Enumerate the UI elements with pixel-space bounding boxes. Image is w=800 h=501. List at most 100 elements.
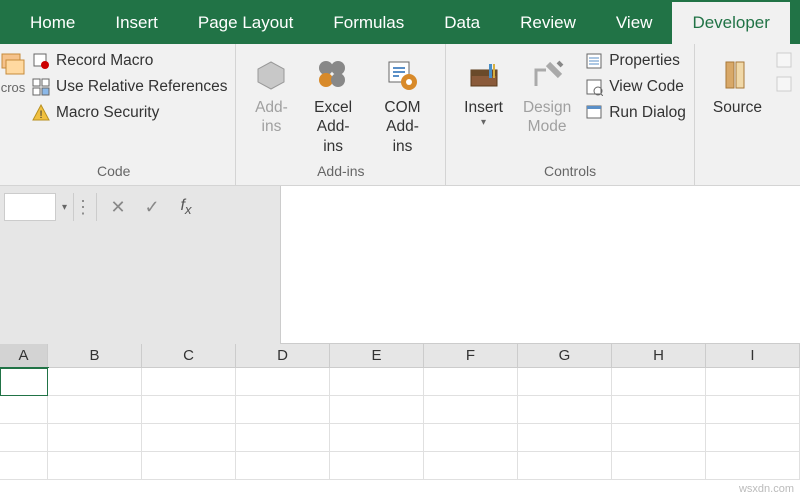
col-header-g[interactable]: G — [518, 344, 612, 367]
view-code-icon — [585, 78, 603, 96]
cell[interactable] — [612, 368, 706, 396]
col-header-f[interactable]: F — [424, 344, 518, 367]
cell[interactable] — [48, 368, 142, 396]
insert-button[interactable]: Insert ▾ — [454, 50, 513, 130]
tab-home[interactable]: Home — [10, 2, 95, 44]
group-xml-label — [703, 161, 792, 183]
cell[interactable] — [142, 368, 236, 396]
com-addins-button[interactable]: COM Add-ins — [368, 50, 437, 156]
cell[interactable] — [706, 368, 800, 396]
tab-insert[interactable]: Insert — [95, 2, 178, 44]
cell[interactable] — [236, 368, 330, 396]
col-header-i[interactable]: I — [706, 344, 800, 367]
cell[interactable] — [612, 396, 706, 424]
name-box-dropdown[interactable]: ▾ — [56, 193, 74, 221]
group-xml: Source — [695, 44, 800, 185]
cell[interactable] — [424, 396, 518, 424]
col-header-a[interactable]: A — [0, 344, 48, 367]
cell-a1[interactable] — [0, 368, 48, 396]
cell[interactable] — [706, 396, 800, 424]
table-row — [0, 368, 800, 396]
cell[interactable] — [48, 452, 142, 480]
cell[interactable] — [236, 396, 330, 424]
enter-button[interactable]: ✓ — [135, 193, 169, 221]
formula-input[interactable] — [280, 186, 800, 344]
cell[interactable] — [330, 368, 424, 396]
cell[interactable] — [0, 424, 48, 452]
cell[interactable] — [0, 452, 48, 480]
properties-button[interactable]: Properties — [585, 52, 686, 70]
cell[interactable] — [518, 396, 612, 424]
xml-item-cut2 — [776, 76, 792, 92]
cell[interactable] — [424, 368, 518, 396]
tab-data[interactable]: Data — [424, 2, 500, 44]
run-dialog-button[interactable]: Run Dialog — [585, 104, 686, 122]
group-code-label: Code — [0, 161, 227, 183]
col-header-d[interactable]: D — [236, 344, 330, 367]
excel-addins-icon — [316, 58, 350, 92]
tab-developer[interactable]: Developer — [672, 2, 790, 44]
macros-label-cut: cros — [1, 80, 26, 95]
source-label: Source — [713, 98, 762, 117]
cell[interactable] — [0, 396, 48, 424]
cell[interactable] — [330, 452, 424, 480]
addins-icon — [254, 58, 288, 92]
record-macro-button[interactable]: Record Macro — [32, 52, 227, 70]
tab-formulas[interactable]: Formulas — [313, 2, 424, 44]
watermark: wsxdn.com — [739, 483, 794, 495]
cell[interactable] — [48, 396, 142, 424]
tab-view[interactable]: View — [596, 2, 673, 44]
addins-button[interactable]: Add- ins — [244, 50, 298, 137]
com-addins-label: COM Add-ins — [378, 98, 427, 156]
spreadsheet-grid — [0, 368, 800, 480]
cell[interactable] — [142, 424, 236, 452]
cancel-button[interactable]: ✕ — [101, 193, 135, 221]
tab-page-layout[interactable]: Page Layout — [178, 2, 313, 44]
cell[interactable] — [518, 424, 612, 452]
design-mode-label: Design Mode — [523, 98, 571, 137]
visual-basic-icon[interactable] — [0, 50, 26, 76]
view-code-button[interactable]: View Code — [585, 78, 686, 96]
cell[interactable] — [142, 396, 236, 424]
cell[interactable] — [612, 452, 706, 480]
insert-function-button[interactable]: fx — [169, 193, 203, 221]
group-code: cros Record Macro Use Relative Reference… — [0, 44, 236, 185]
excel-addins-label: Excel Add-ins — [308, 98, 357, 156]
cell[interactable] — [706, 424, 800, 452]
macro-security-button[interactable]: ! Macro Security — [32, 104, 227, 122]
source-icon — [720, 58, 754, 92]
cell[interactable] — [612, 424, 706, 452]
check-icon: ✓ — [144, 197, 159, 218]
cell[interactable] — [142, 452, 236, 480]
relative-references-icon — [32, 78, 50, 96]
col-header-b[interactable]: B — [48, 344, 142, 367]
group-addins-label: Add-ins — [244, 161, 437, 183]
ribbon-tab-bar: Home Insert Page Layout Formulas Data Re… — [0, 0, 800, 44]
col-header-c[interactable]: C — [142, 344, 236, 367]
cell[interactable] — [518, 452, 612, 480]
excel-addins-button[interactable]: Excel Add-ins — [298, 50, 367, 156]
properties-label: Properties — [609, 52, 680, 70]
cell[interactable] — [236, 452, 330, 480]
design-mode-button[interactable]: Design Mode — [513, 50, 581, 137]
cell[interactable] — [48, 424, 142, 452]
cell[interactable] — [236, 424, 330, 452]
column-headers: A B C D E F G H I — [0, 344, 800, 368]
cell[interactable] — [706, 452, 800, 480]
col-header-h[interactable]: H — [612, 344, 706, 367]
table-row — [0, 424, 800, 452]
cancel-icon: ✕ — [110, 197, 125, 218]
cell[interactable] — [330, 424, 424, 452]
name-box[interactable] — [4, 193, 56, 221]
cell[interactable] — [424, 424, 518, 452]
source-button[interactable]: Source — [703, 50, 772, 117]
use-relative-references-button[interactable]: Use Relative References — [32, 78, 227, 96]
cell[interactable] — [424, 452, 518, 480]
tab-review[interactable]: Review — [500, 2, 596, 44]
formula-bar-dots[interactable]: ⋮ — [74, 197, 92, 218]
cell[interactable] — [518, 368, 612, 396]
col-header-e[interactable]: E — [330, 344, 424, 367]
dropdown-icon: ▾ — [481, 117, 486, 130]
cell[interactable] — [330, 396, 424, 424]
view-code-label: View Code — [609, 78, 684, 96]
